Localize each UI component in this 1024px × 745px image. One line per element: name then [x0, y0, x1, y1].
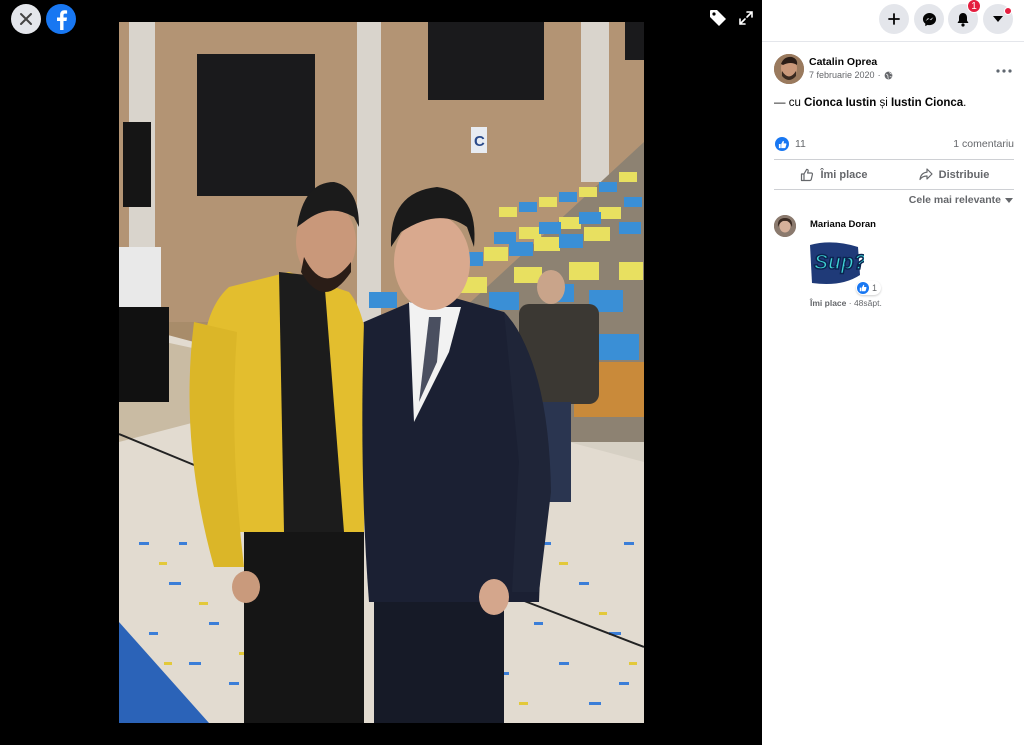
- share-button[interactable]: Distribuie: [894, 160, 1014, 189]
- plus-icon: [888, 13, 900, 25]
- messenger-icon: [922, 12, 936, 26]
- close-icon: [20, 13, 32, 25]
- author-avatar[interactable]: [774, 54, 804, 84]
- post-text-prefix: — cu: [774, 97, 805, 109]
- globe-icon: [884, 71, 892, 79]
- post-actions: Îmi place Distribuie: [774, 159, 1014, 190]
- top-nav: 1: [762, 0, 1024, 42]
- post-text-suffix: .: [963, 97, 967, 109]
- comment-footer: Îmi place · 48săpt.: [810, 298, 882, 308]
- thumbs-up-icon: [859, 284, 867, 292]
- commenter-name[interactable]: Mariana Doran: [810, 219, 876, 230]
- fullscreen-button[interactable]: [734, 6, 758, 30]
- comment-sticker[interactable]: Sup?: [802, 235, 867, 293]
- comment-like-button[interactable]: Îmi place: [810, 298, 846, 308]
- create-button[interactable]: [879, 4, 909, 34]
- reactions-summary: 11 1 comentariu: [774, 135, 1014, 153]
- sort-label: Cele mai relevante: [908, 194, 1001, 206]
- comment-reactions[interactable]: 1: [856, 281, 882, 295]
- post-meta: 7 februarie 2020 ·: [809, 70, 893, 80]
- like-reaction-icon[interactable]: [775, 137, 789, 151]
- caret-down-icon: [993, 16, 1003, 22]
- thumbs-up-outline-icon: [801, 168, 814, 181]
- chevron-down-icon: [1005, 197, 1013, 203]
- thumbs-up-icon: [778, 140, 786, 148]
- notifications-button[interactable]: 1: [948, 0, 981, 34]
- tag-photo-button[interactable]: [706, 6, 730, 30]
- post-options-button[interactable]: [996, 60, 1012, 76]
- comment-sort-dropdown[interactable]: Cele mai relevante: [909, 194, 1013, 206]
- tagged-person-2[interactable]: Iustin Cionca: [891, 97, 963, 109]
- author-avatar-image: [774, 54, 804, 84]
- like-button[interactable]: Îmi place: [774, 160, 894, 189]
- facebook-f-icon: [57, 10, 68, 30]
- account-button[interactable]: [983, 4, 1013, 34]
- sup-sticker-image: Sup?: [810, 242, 867, 284]
- expand-icon: [739, 11, 753, 25]
- commenter-avatar[interactable]: [774, 215, 796, 237]
- post-photo[interactable]: C: [119, 22, 644, 723]
- tag-icon: [710, 10, 726, 26]
- comment-like-reaction: [857, 282, 869, 294]
- close-button[interactable]: [11, 4, 41, 34]
- more-dots-icon: [996, 69, 1012, 73]
- comment-time[interactable]: 48săpt.: [854, 298, 882, 308]
- post-header: Catalin Oprea 7 februarie 2020 ·: [774, 54, 1014, 86]
- post-date[interactable]: 7 februarie 2020: [809, 70, 875, 80]
- comment-reaction-count: 1: [872, 283, 878, 293]
- post-text-mid: și: [876, 97, 891, 109]
- notifications-badge: 1: [967, 0, 981, 13]
- share-arrow-icon: [919, 168, 933, 181]
- post-panel: 1 Catalin Oprea 7 februarie 2020 · — cu …: [762, 0, 1024, 745]
- post-text: — cu Cionca Iustin și Iustin Cionca.: [774, 97, 966, 109]
- like-count[interactable]: 11: [795, 138, 806, 150]
- share-button-label: Distribuie: [938, 168, 990, 181]
- photo-viewer: C: [0, 0, 762, 745]
- account-alert-dot: [1004, 7, 1012, 15]
- tagged-person-1[interactable]: Cionca Iustin: [804, 97, 876, 109]
- messenger-button[interactable]: [914, 4, 944, 34]
- commenter-avatar-image: [774, 215, 796, 237]
- meta-separator: ·: [877, 70, 881, 80]
- like-button-label: Îmi place: [820, 168, 868, 181]
- comment-footer-separator: ·: [846, 298, 854, 308]
- photo-image: C: [119, 22, 644, 723]
- svg-text:C: C: [474, 133, 485, 150]
- facebook-logo[interactable]: [46, 4, 76, 34]
- sticker-text: Sup?: [814, 251, 864, 274]
- bell-icon: [957, 12, 969, 27]
- comment-count[interactable]: 1 comentariu: [953, 138, 1014, 150]
- post-author[interactable]: Catalin Oprea: [809, 56, 877, 68]
